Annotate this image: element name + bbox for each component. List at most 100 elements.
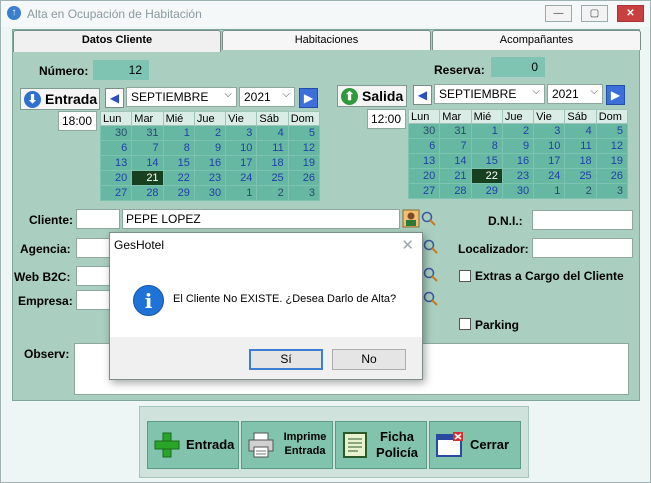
calendar-day[interactable]: 14 [131,155,164,171]
entrada-time-field[interactable]: 18:00 [58,111,97,131]
calendar-day[interactable]: 9 [193,140,227,156]
calendar-day[interactable]: 20 [99,170,133,186]
calendar-day[interactable]: 2 [501,123,535,139]
empresa-field[interactable] [76,290,112,310]
calendar-day[interactable]: 13 [99,155,133,171]
entrada-year-select[interactable]: 2021 ⌵ [239,87,295,107]
calendar-day[interactable]: 9 [501,138,535,154]
numero-field[interactable]: 12 [93,60,149,80]
calendar-day[interactable]: 15 [162,155,195,171]
salida-time-field[interactable]: 12:00 [367,109,406,129]
dni-field[interactable] [532,210,633,230]
calendar-day[interactable]: 7 [131,140,164,156]
calendar-day[interactable]: 23 [193,170,227,186]
localizador-field[interactable] [532,238,633,258]
calendar-day[interactable]: 2 [256,185,289,201]
calendar-day-selected[interactable]: 21 [131,170,164,186]
calendar-day[interactable]: 28 [131,185,164,201]
calendar-day[interactable]: 30 [99,125,133,141]
calendar-day[interactable]: 30 [407,123,441,139]
calendar-day[interactable]: 12 [287,140,321,156]
salida-prev-month-button[interactable]: ◀ [413,85,432,105]
calendar-day[interactable]: 19 [287,155,321,171]
calendar-day[interactable]: 17 [225,155,258,171]
calendar-day[interactable]: 25 [256,170,289,186]
calendar-day[interactable]: 20 [407,168,441,184]
calendar-day[interactable]: 31 [131,125,164,141]
tab-datos-cliente[interactable]: Datos Cliente [13,30,221,52]
calendar-day[interactable]: 6 [99,140,133,156]
calendar-day[interactable]: 28 [439,183,472,199]
no-button[interactable]: No [332,349,406,370]
entrada-month-select[interactable]: SEPTIEMBRE ⌵ [126,87,237,107]
webb2c-search-icon[interactable] [422,266,440,284]
client-search-icon[interactable] [402,209,438,229]
calendar-day[interactable]: 29 [162,185,195,201]
calendar-day[interactable]: 3 [595,183,629,199]
agencia-field[interactable] [76,238,112,258]
entrada-prev-month-button[interactable]: ◀ [105,88,124,108]
calendar-day[interactable]: 2 [564,183,597,199]
empresa-search-icon[interactable] [422,290,440,308]
calendar-day[interactable]: 30 [501,183,535,199]
dialog-close-icon[interactable]: ✕ [401,236,414,254]
calendar-day[interactable]: 18 [564,153,597,169]
calendar-day[interactable]: 12 [595,138,629,154]
salida-year-select[interactable]: 2021 ⌵ [547,84,603,104]
calendar-day[interactable]: 3 [287,185,321,201]
yes-button[interactable]: Sí [249,349,323,370]
calendar-day[interactable]: 5 [287,125,321,141]
salida-next-month-button[interactable]: ▶ [606,85,625,105]
reserva-field[interactable]: 0 [491,57,545,77]
cliente-code-field[interactable] [76,209,120,229]
calendar-day[interactable]: 18 [256,155,289,171]
calendar-day[interactable]: 4 [256,125,289,141]
calendar-day[interactable]: 2 [193,125,227,141]
parking-checkbox[interactable] [459,318,471,330]
tab-habitaciones[interactable]: Habitaciones [222,30,431,50]
calendar-day[interactable]: 3 [225,125,258,141]
calendar-day[interactable]: 5 [595,123,629,139]
calendar-day[interactable]: 19 [595,153,629,169]
calendar-day[interactable]: 14 [439,153,472,169]
imprime-entrada-button[interactable]: Imprime Entrada [241,421,333,469]
calendar-day[interactable]: 10 [225,140,258,156]
calendar-day[interactable]: 1 [225,185,258,201]
calendar-day[interactable]: 27 [99,185,133,201]
calendar-day[interactable]: 23 [501,168,535,184]
calendar-day[interactable]: 1 [533,183,566,199]
calendar-day[interactable]: 16 [193,155,227,171]
calendar-day[interactable]: 1 [162,125,195,141]
calendar-day[interactable]: 16 [501,153,535,169]
entrada-button[interactable]: Entrada [147,421,239,469]
calendar-day[interactable]: 17 [533,153,566,169]
calendar-day[interactable]: 24 [533,168,566,184]
salida-month-select[interactable]: SEPTIEMBRE ⌵ [434,84,545,104]
calendar-day[interactable]: 3 [533,123,566,139]
calendar-day[interactable]: 25 [564,168,597,184]
calendar-day[interactable]: 21 [439,168,472,184]
calendar-day[interactable]: 30 [193,185,227,201]
calendar-day[interactable]: 26 [287,170,321,186]
calendar-day[interactable]: 27 [407,183,441,199]
calendar-day[interactable]: 8 [162,140,195,156]
calendar-day[interactable]: 13 [407,153,441,169]
webb2c-field[interactable] [76,266,112,286]
close-window-button[interactable]: ✕ [617,5,644,22]
calendar-day-selected[interactable]: 22 [470,168,503,184]
agencia-search-icon[interactable] [422,238,440,256]
calendar-day[interactable]: 26 [595,168,629,184]
tab-acompanantes[interactable]: Acompañantes [432,30,641,50]
cerrar-button[interactable]: Cerrar [429,421,521,469]
entrada-next-month-button[interactable]: ▶ [299,88,318,108]
calendar-day[interactable]: 22 [162,170,195,186]
calendar-day[interactable]: 8 [470,138,503,154]
calendar-day[interactable]: 31 [439,123,472,139]
minimize-button[interactable]: — [545,5,572,22]
calendar-day[interactable]: 29 [470,183,503,199]
calendar-day[interactable]: 6 [407,138,441,154]
calendar-day[interactable]: 4 [564,123,597,139]
calendar-day[interactable]: 11 [256,140,289,156]
calendar-day[interactable]: 24 [225,170,258,186]
calendar-day[interactable]: 7 [439,138,472,154]
